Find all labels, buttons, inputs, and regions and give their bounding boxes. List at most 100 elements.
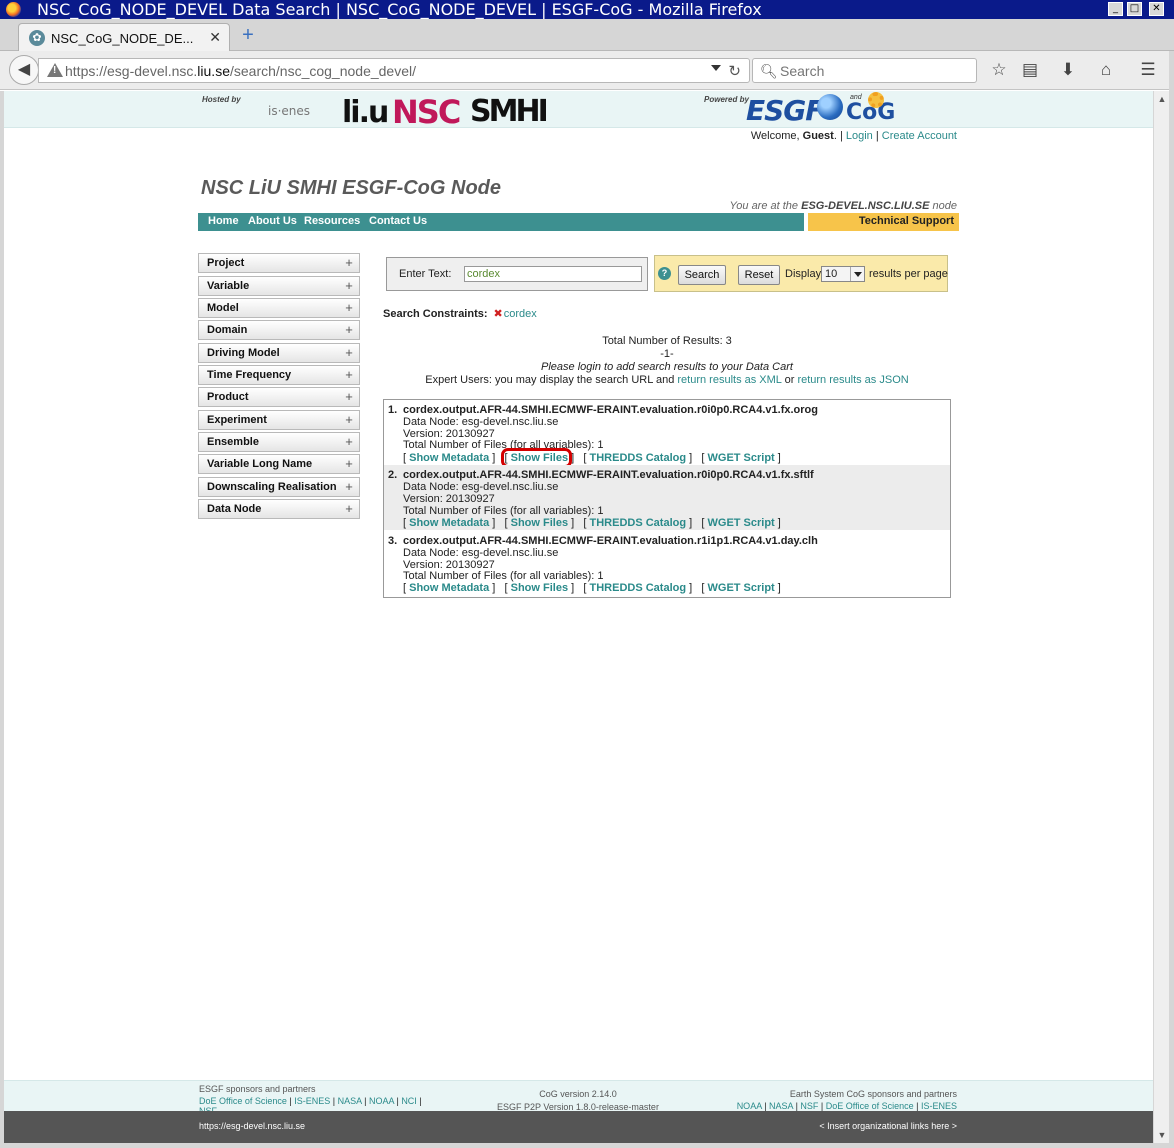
show-files-link[interactable]: Show Files (511, 452, 568, 464)
expand-plus-icon[interactable]: + (343, 279, 355, 292)
results-per-page-select[interactable]: 10 (821, 266, 865, 282)
facet-product[interactable]: Product + (198, 387, 360, 407)
new-tab-icon[interactable]: + (238, 25, 258, 46)
show-metadata-link[interactable]: Show Metadata (409, 582, 489, 594)
expand-plus-icon[interactable]: + (343, 390, 355, 403)
search-icon: 🔍︎ (760, 63, 778, 79)
search-input[interactable] (464, 266, 642, 282)
expand-plus-icon[interactable]: + (343, 502, 355, 515)
facet-variable[interactable]: Variable + (198, 276, 360, 296)
remove-constraint-icon[interactable]: ✖ (494, 308, 503, 320)
url-text: https://esg-devel.nsc.liu.se/search/nsc_… (65, 63, 417, 79)
facet-downscaling-realisation[interactable]: Downscaling Realisation + (198, 477, 360, 497)
return-xml-link[interactable]: return results as XML (677, 374, 781, 386)
result-links: [ Show Metadata ] [ Show Files ] [ THRED… (403, 448, 781, 468)
show-files-link[interactable]: Show Files (511, 517, 568, 529)
show-files-link[interactable]: Show Files (511, 582, 568, 594)
esgf-logo[interactable]: ESGF (746, 94, 824, 127)
url-history-dropdown-icon[interactable] (711, 65, 721, 71)
facet-variable-long-name[interactable]: Variable Long Name + (198, 454, 360, 474)
cog-noaa-link[interactable]: NOAA (737, 1101, 762, 1111)
highlight-box: [ Show Files (500, 448, 573, 468)
cog-nsf-link[interactable]: NSF (800, 1101, 818, 1111)
browser-search-input[interactable] (778, 62, 968, 80)
back-arrow-icon[interactable]: ◀ (9, 55, 39, 85)
facet-model[interactable]: Model + (198, 298, 360, 318)
facet-time-frequency[interactable]: Time Frequency + (198, 365, 360, 385)
menu-about-us[interactable]: About Us (248, 215, 297, 227)
facet-domain[interactable]: Domain + (198, 320, 360, 340)
nsc-logo[interactable]: NSC (392, 93, 461, 131)
close-window-button[interactable]: ✕ (1149, 2, 1164, 16)
browser-search-box[interactable]: 🔍︎ (752, 58, 977, 83)
minimize-button[interactable]: _ (1108, 2, 1123, 16)
insecure-warning-icon[interactable] (47, 63, 63, 77)
facet-experiment[interactable]: Experiment + (198, 410, 360, 430)
maximize-button[interactable]: □ (1127, 2, 1142, 16)
expand-plus-icon[interactable]: + (343, 480, 355, 493)
cog-isenes-link[interactable]: IS-ENES (921, 1101, 957, 1111)
facet-project[interactable]: Project + (198, 253, 360, 273)
thredds-catalog-link[interactable]: THREDDS Catalog (590, 517, 687, 529)
footer-partners: ESGF sponsors and partners DoE Office of… (4, 1080, 1153, 1116)
result-item: 2. cordex.output.AFR-44.SMHI.ECMWF-ERAIN… (384, 465, 950, 530)
footer-bottom: https://esg-devel.nsc.liu.se < Insert or… (4, 1111, 1153, 1143)
cog-nasa-link[interactable]: NASA (769, 1101, 793, 1111)
thredds-catalog-link[interactable]: THREDDS Catalog (590, 452, 687, 464)
result-links: [ Show Metadata ] [ Show Files ] [ THRED… (403, 582, 781, 594)
expand-plus-icon[interactable]: + (343, 301, 355, 314)
facet-driving-model[interactable]: Driving Model + (198, 343, 360, 363)
sponsor-doe-link[interactable]: DoE Office of Science (199, 1096, 287, 1106)
create-account-link[interactable]: Create Account (882, 130, 957, 142)
tab-close-icon[interactable]: ✕ (209, 29, 221, 46)
expand-plus-icon[interactable]: + (343, 413, 355, 426)
url-bar[interactable]: https://esg-devel.nsc.liu.se/search/nsc_… (38, 58, 750, 83)
thredds-catalog-link[interactable]: THREDDS Catalog (590, 582, 687, 594)
hamburger-menu-icon[interactable]: ☰ (1137, 59, 1159, 81)
scroll-down-icon[interactable]: ▼ (1156, 1129, 1168, 1141)
login-link[interactable]: Login (846, 130, 873, 142)
downloads-icon[interactable]: ⬇ (1057, 59, 1079, 81)
expand-plus-icon[interactable]: + (343, 435, 355, 448)
expand-plus-icon[interactable]: + (343, 368, 355, 381)
sponsor-noaa-link[interactable]: NOAA (369, 1096, 394, 1106)
tab-active[interactable]: ✿ NSC_CoG_NODE_DE... ✕ (18, 23, 230, 51)
footer-site-url: https://esg-devel.nsc.liu.se (199, 1121, 306, 1131)
reload-icon[interactable]: ↻ (728, 62, 741, 80)
sponsor-nasa-link[interactable]: NASA (338, 1096, 362, 1106)
home-icon[interactable]: ⌂ (1095, 59, 1117, 81)
scroll-up-icon[interactable]: ▲ (1156, 93, 1168, 105)
technical-support-link[interactable]: Technical Support (808, 213, 959, 231)
reading-list-icon[interactable]: ▤ (1019, 59, 1041, 81)
cog-doe-link[interactable]: DoE Office of Science (826, 1101, 914, 1111)
org-links-placeholder[interactable]: < Insert organizational links here > (819, 1121, 957, 1131)
wget-script-link[interactable]: WGET Script (708, 452, 775, 464)
reset-button[interactable]: Reset (738, 265, 780, 285)
facet-ensemble[interactable]: Ensemble + (198, 432, 360, 452)
bookmark-star-icon[interactable]: ☆ (988, 59, 1010, 81)
menu-resources[interactable]: Resources (304, 215, 360, 227)
wget-script-link[interactable]: WGET Script (708, 517, 775, 529)
expand-plus-icon[interactable]: + (343, 346, 355, 359)
vertical-scrollbar[interactable]: ▲ ▼ (1153, 91, 1169, 1143)
expand-plus-icon[interactable]: + (343, 256, 355, 269)
menu-contact-us[interactable]: Contact Us (369, 215, 427, 227)
menu-home[interactable]: Home (208, 215, 239, 227)
sponsor-isenes-link[interactable]: IS-ENES (294, 1096, 330, 1106)
tab-title: NSC_CoG_NODE_DE... (51, 31, 194, 46)
firefox-icon (6, 2, 21, 17)
isenes-logo[interactable]: is·enes (268, 104, 310, 118)
help-icon[interactable]: ? (658, 267, 671, 280)
show-metadata-link[interactable]: Show Metadata (409, 517, 489, 529)
expand-plus-icon[interactable]: + (343, 323, 355, 336)
liu-logo[interactable]: li.u (342, 95, 389, 130)
wget-script-link[interactable]: WGET Script (708, 582, 775, 594)
constraint-cordex-link[interactable]: cordex (504, 308, 537, 320)
return-json-link[interactable]: return results as JSON (797, 374, 908, 386)
search-button[interactable]: Search (678, 265, 726, 285)
smhi-logo[interactable]: SMHI (470, 94, 549, 129)
facet-data-node[interactable]: Data Node + (198, 499, 360, 519)
show-metadata-link[interactable]: Show Metadata (409, 452, 489, 464)
expand-plus-icon[interactable]: + (343, 457, 355, 470)
sponsor-nci-link[interactable]: NCI (401, 1096, 417, 1106)
